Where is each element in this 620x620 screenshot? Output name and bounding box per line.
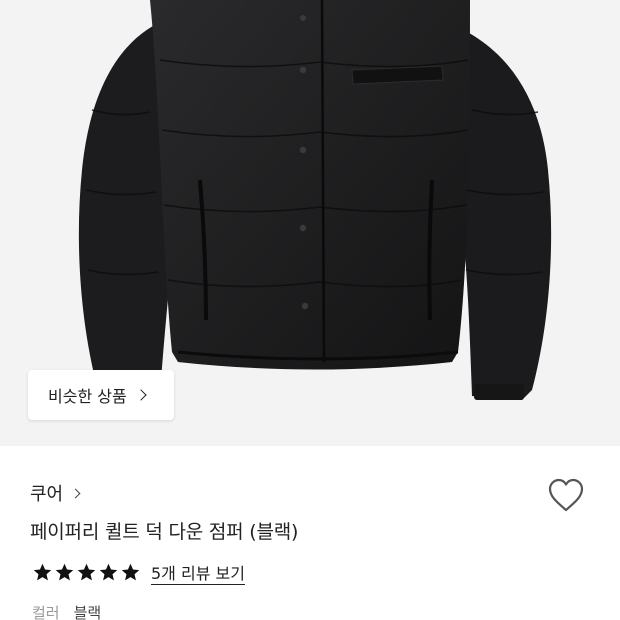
- rating-row: 5개 리뷰 보기: [32, 560, 245, 584]
- chevron-right-icon: [70, 488, 81, 498]
- review-link[interactable]: 5개 리뷰 보기: [151, 560, 245, 584]
- star-icon: [55, 563, 74, 580]
- product-image[interactable]: 비슷한 상품: [0, 0, 620, 446]
- star-icon: [33, 563, 52, 580]
- option-label: 컬러: [32, 604, 60, 620]
- brand-link[interactable]: 쿠어: [30, 480, 81, 506]
- heart-outline-icon: [548, 478, 584, 512]
- option-value: 블랙: [73, 604, 102, 620]
- similar-products-button[interactable]: 비슷한 상품: [28, 370, 174, 420]
- star-rating: [32, 562, 141, 583]
- product-title: 페이퍼리 퀼트 덕 다운 점퍼 (블랙): [30, 521, 299, 543]
- wishlist-button[interactable]: [546, 476, 586, 516]
- star-icon: [99, 563, 118, 580]
- brand-name: 쿠어: [30, 484, 64, 505]
- similar-products-label: 비슷한 상품: [48, 387, 127, 406]
- star-icon: [77, 563, 96, 580]
- option-row: 컬러 블랙: [32, 602, 101, 620]
- star-icon: [121, 563, 140, 580]
- chevron-right-icon: [135, 389, 147, 401]
